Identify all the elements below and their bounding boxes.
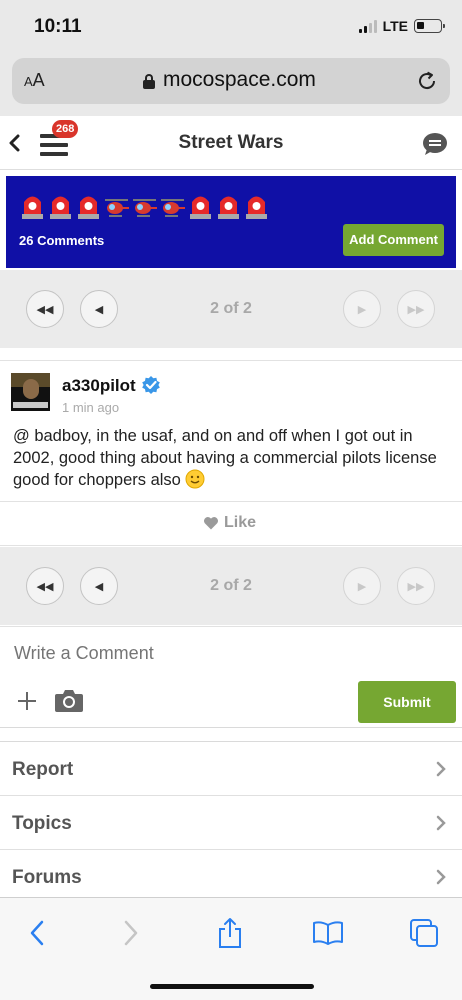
submit-button[interactable]: Submit: [358, 681, 456, 723]
last-page-button[interactable]: ▶▶: [397, 290, 435, 328]
next-page-button[interactable]: ▶: [343, 290, 381, 328]
like-button[interactable]: Like: [203, 514, 256, 532]
pager-top: ◀◀ ◀ 2 of 2 ▶ ▶▶: [0, 270, 462, 348]
plus-icon[interactable]: [17, 691, 37, 711]
chat-icon[interactable]: [422, 132, 448, 156]
list-item-forums[interactable]: Forums: [0, 850, 462, 904]
smile-emoji-icon: [185, 469, 205, 489]
status-bar: 10:11 LTE: [0, 0, 462, 52]
police-light-icon: [78, 196, 99, 219]
share-icon: [219, 918, 241, 948]
police-light-icon: [190, 196, 211, 219]
back-icon: [30, 920, 44, 946]
topic-banner: 26 Comments Add Comment: [6, 176, 456, 268]
add-comment-button[interactable]: Add Comment: [343, 224, 444, 256]
next-page-button[interactable]: ▶: [343, 567, 381, 605]
comment-count: 26 Comments: [19, 233, 105, 248]
app-header: 268 Street Wars: [0, 116, 462, 170]
police-light-icon: [246, 196, 267, 219]
signal-icon: [358, 19, 377, 33]
list-item-report[interactable]: Report: [0, 742, 462, 796]
camera-icon[interactable]: [54, 687, 84, 713]
list-item-label: Report: [12, 759, 74, 780]
list-item-topics[interactable]: Topics: [0, 796, 462, 850]
last-page-button[interactable]: ▶▶: [397, 567, 435, 605]
reader-settings-button[interactable]: AA: [24, 70, 45, 91]
tabs-icon: [410, 919, 438, 947]
reload-icon[interactable]: [416, 70, 438, 92]
comment-input[interactable]: [14, 643, 444, 664]
links-list: Report Topics Forums: [0, 741, 462, 904]
police-light-icon: [22, 196, 43, 219]
emoji-row: [19, 192, 270, 220]
home-indicator[interactable]: [150, 984, 314, 989]
chevron-right-icon: [436, 869, 446, 885]
police-light-icon: [50, 196, 71, 219]
helicopter-icon: [105, 199, 129, 217]
status-indicators: LTE: [358, 18, 445, 34]
helicopter-icon: [161, 199, 185, 217]
list-item-label: Forums: [12, 867, 82, 888]
battery-icon: [414, 19, 445, 33]
browser-address-area: AA mocospace.com: [0, 52, 462, 116]
like-row: Like: [0, 501, 462, 547]
forward-icon: [124, 920, 138, 946]
network-type: LTE: [382, 18, 408, 34]
share-button[interactable]: [213, 916, 247, 950]
browser-back-button[interactable]: [20, 916, 54, 950]
chevron-right-icon: [436, 815, 446, 831]
list-item-label: Topics: [12, 813, 72, 834]
verified-badge-icon: [142, 376, 160, 394]
comment-time: 1 min ago: [62, 400, 120, 415]
bookmarks-icon: [313, 921, 343, 945]
comment-username[interactable]: a330pilot: [62, 376, 136, 396]
comment-card: a330pilot 1 min ago @ badboy, in the usa…: [0, 360, 462, 546]
helicopter-icon: [133, 199, 157, 217]
comment-body: @ badboy, in the usaf, and on and off wh…: [13, 425, 453, 491]
page-indicator: 2 of 2: [210, 577, 252, 594]
pager-bottom: ◀◀ ◀ 2 of 2 ▶ ▶▶: [0, 547, 462, 625]
status-time: 10:11: [34, 16, 82, 37]
page-indicator: 2 of 2: [210, 300, 252, 317]
lock-icon: [143, 74, 155, 89]
page-title: Street Wars: [178, 132, 284, 153]
heart-icon: [204, 517, 218, 530]
address-bar[interactable]: AA mocospace.com: [12, 58, 450, 104]
url-domain[interactable]: mocospace.com: [163, 68, 316, 92]
browser-forward-button[interactable]: [114, 916, 148, 950]
compose-area: Submit: [0, 626, 462, 728]
browser-toolbar: [0, 897, 462, 1000]
tabs-button[interactable]: [407, 916, 441, 950]
avatar[interactable]: [11, 373, 50, 411]
bookmarks-button[interactable]: [311, 916, 345, 950]
comment-text: @ badboy, in the usaf, and on and off wh…: [13, 427, 437, 489]
police-light-icon: [218, 196, 239, 219]
chevron-right-icon: [436, 761, 446, 777]
like-label: Like: [224, 514, 257, 531]
